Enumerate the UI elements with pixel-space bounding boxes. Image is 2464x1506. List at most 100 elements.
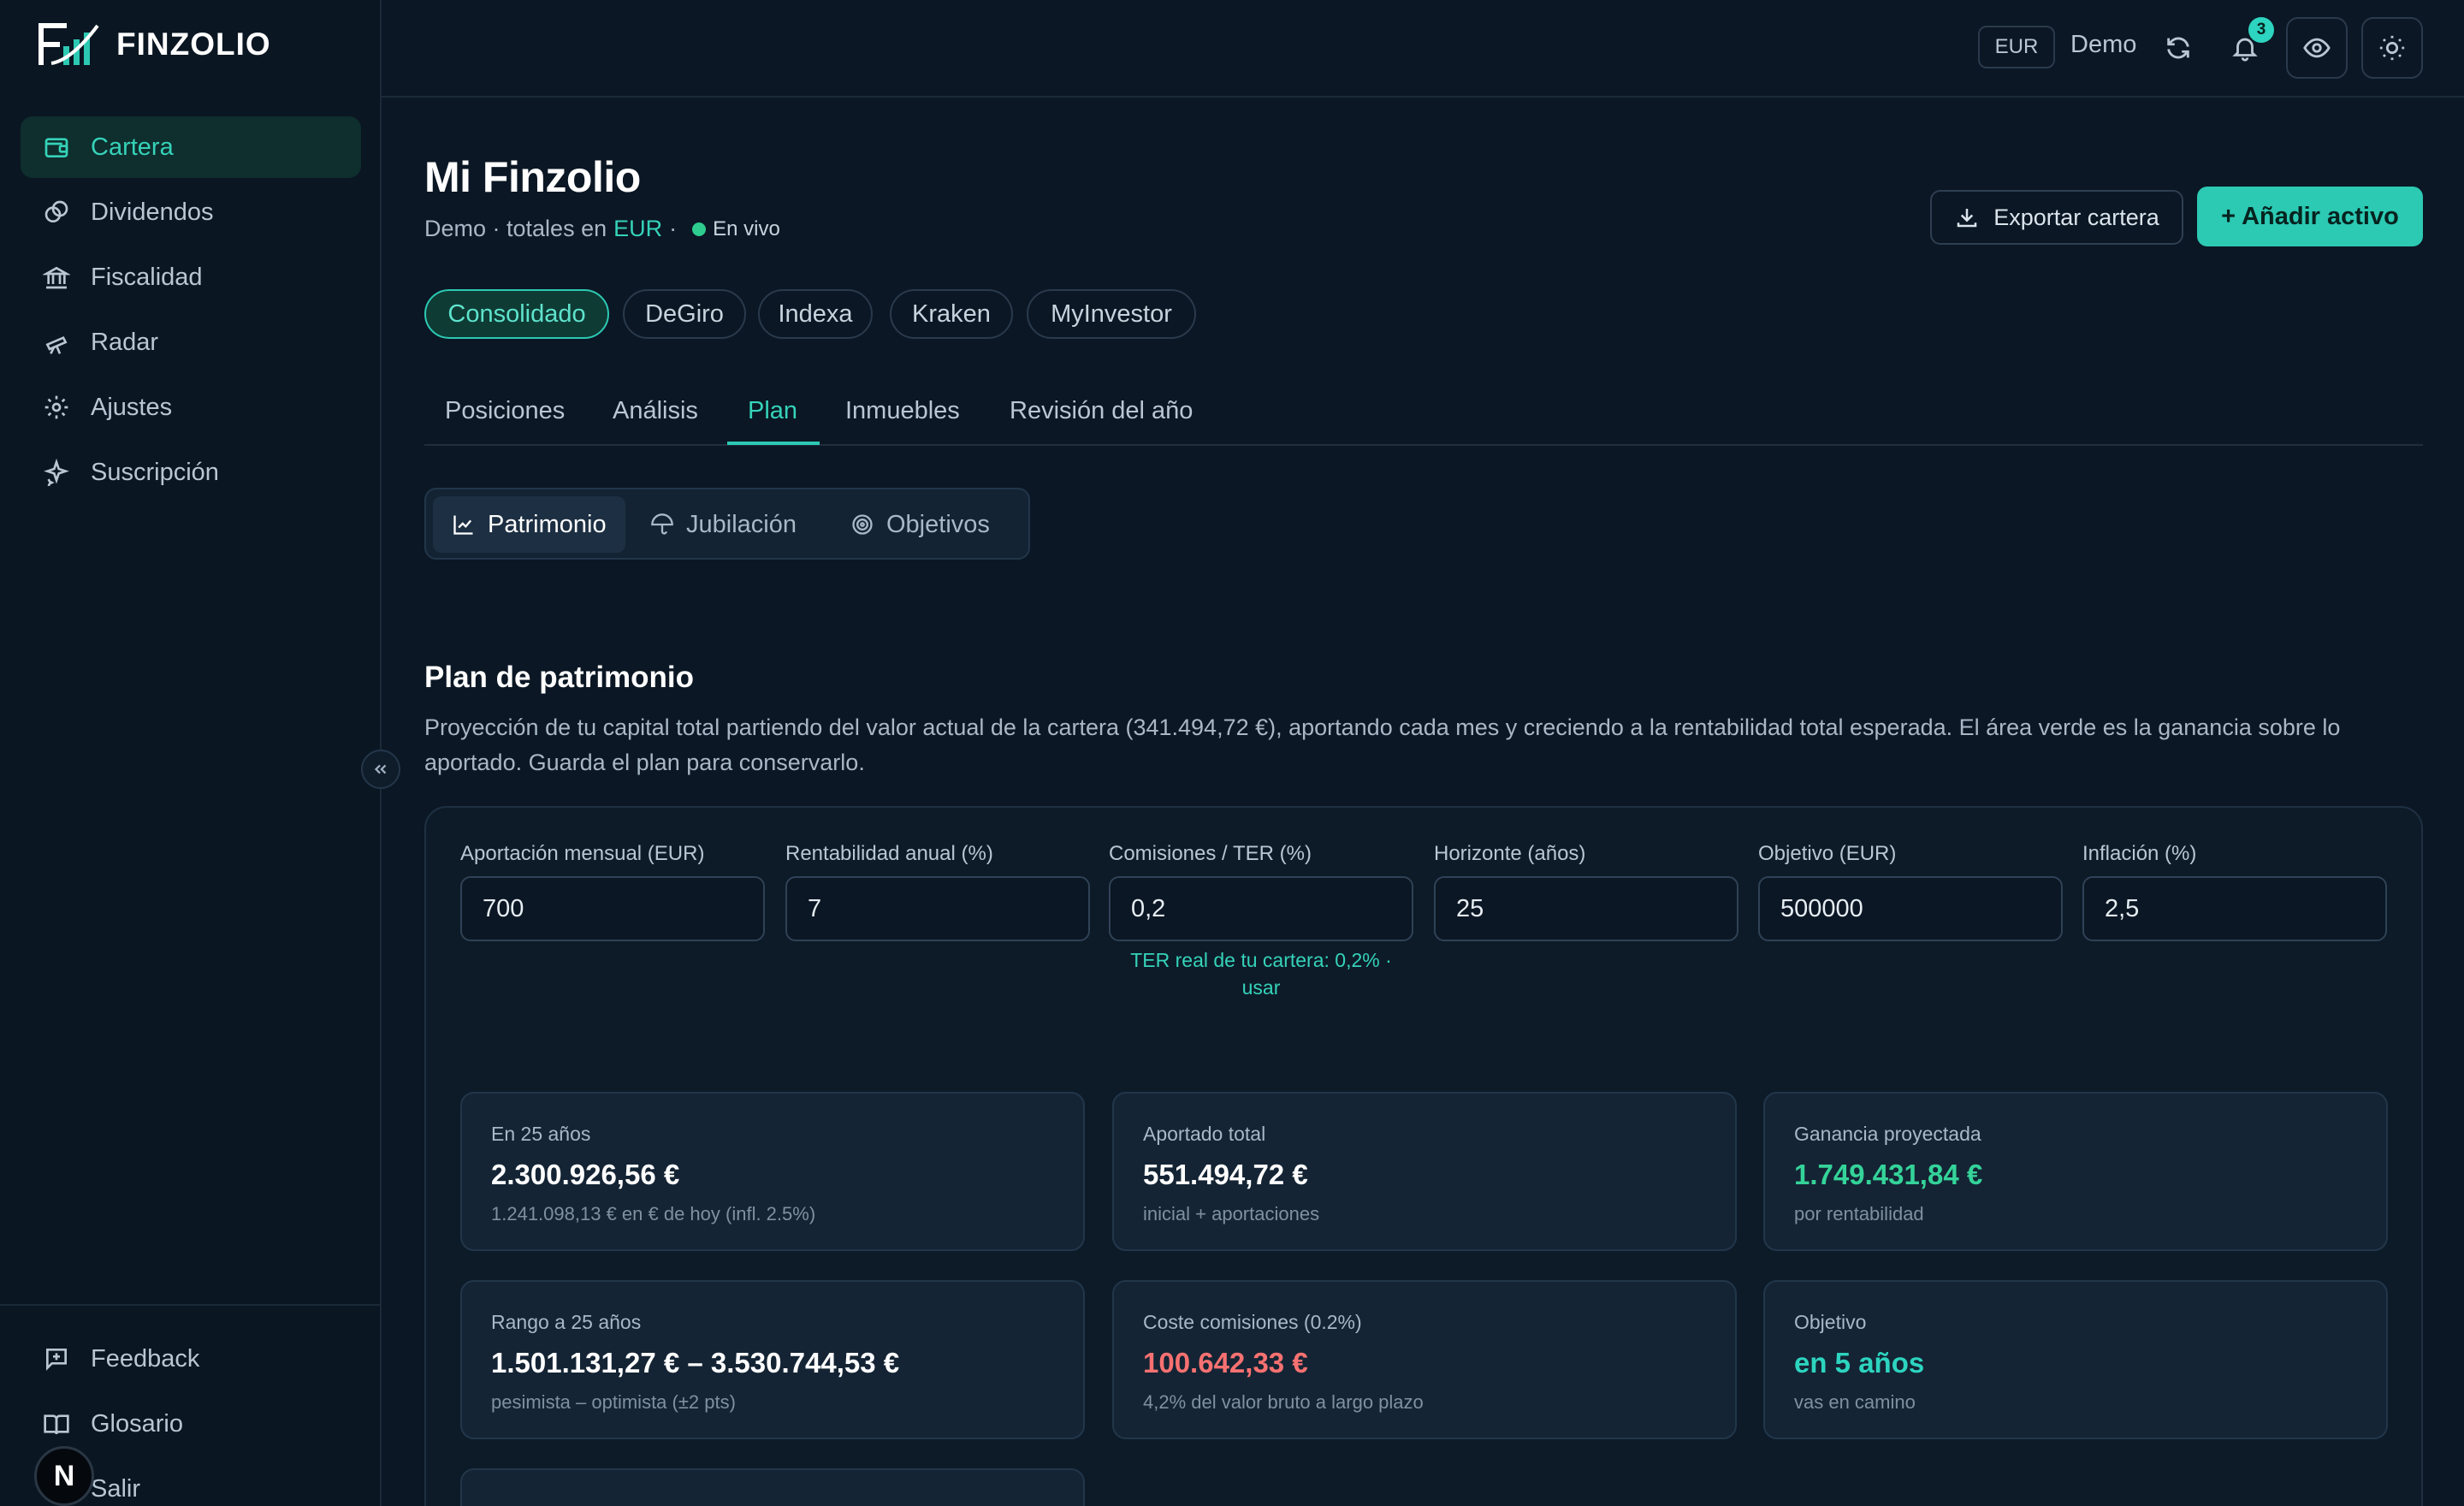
stat-value: 100.642,33 € (1143, 1347, 1308, 1379)
stat-label: En 25 años (491, 1123, 591, 1145)
stat-value: 551.494,72 € (1143, 1159, 1308, 1190)
download-icon (1954, 205, 1980, 230)
top-bar (382, 0, 2464, 98)
stat-label: Rango a 25 años (491, 1311, 642, 1333)
gear-icon (41, 392, 72, 423)
tab-revision-del-ano[interactable]: Revisión del año (1010, 397, 1193, 425)
plan-segmented-control: Patrimonio Jubilación Objetivos (424, 488, 1030, 560)
sidebar-item-label: Ajustes (91, 393, 173, 421)
theme-toggle-button[interactable] (2361, 17, 2423, 79)
account-mode-label: Demo (2070, 31, 2137, 58)
sidebar-item-feedback[interactable]: Feedback (21, 1328, 361, 1390)
sidebar-item-cartera[interactable]: Cartera (21, 116, 361, 178)
tabs-divider (424, 444, 2423, 446)
horizon-years-label: Horizonte (años) (1434, 842, 1586, 865)
sidebar-item-label: Dividendos (91, 198, 214, 226)
page-subtitle: Demo · totales en EUR · En vivo (424, 216, 780, 242)
sun-icon (2378, 33, 2407, 62)
segment-patrimonio[interactable]: Patrimonio (433, 496, 625, 553)
stat-label: Coste comisiones (0.2%) (1143, 1311, 1362, 1333)
broker-pill-kraken[interactable]: Kraken (890, 289, 1013, 339)
stat-card-projected-gain: Ganancia proyectada 1.749.431,84 € por r… (1763, 1092, 2388, 1251)
add-asset-button[interactable]: + Añadir activo (2197, 187, 2423, 246)
sidebar-item-label: Fiscalidad (91, 263, 203, 291)
export-portfolio-button[interactable]: Exportar cartera (1930, 190, 2183, 245)
target-eur-input[interactable]: 500000 (1758, 876, 2063, 941)
monthly-contribution-input[interactable]: 700 (460, 876, 765, 941)
active-tab-indicator (727, 442, 820, 445)
sparkles-icon (41, 457, 72, 488)
stat-value: en 5 años (1794, 1347, 1925, 1379)
monthly-contribution-label: Aportación mensual (EUR) (460, 842, 705, 865)
sidebar-item-glosario[interactable]: Glosario (21, 1393, 361, 1455)
subtitle-currency: EUR (613, 216, 663, 241)
stat-value: 2.300.926,56 € (491, 1159, 680, 1190)
coins-icon (41, 197, 72, 228)
annual-return-label: Rentabilidad anual (%) (785, 842, 993, 865)
inflation-label: Inflación (%) (2082, 842, 2197, 865)
stat-card-final-value: En 25 años 2.300.926,56 € 1.241.098,13 €… (460, 1092, 1085, 1251)
broker-pill-myinvestor[interactable]: MyInvestor (1027, 289, 1196, 339)
stat-subtext: 4,2% del valor bruto a largo plazo (1143, 1391, 1424, 1413)
segment-objetivos[interactable]: Objetivos (832, 496, 1009, 553)
sidebar-item-label: Radar (91, 328, 158, 356)
subtitle-prefix: Demo · totales en (424, 216, 607, 241)
stat-card-target: Objetivo en 5 años vas en camino (1763, 1280, 2388, 1439)
segment-label: Patrimonio (488, 510, 607, 538)
sidebar-item-radar[interactable]: Radar (21, 311, 361, 373)
refresh-button[interactable] (2161, 31, 2195, 65)
sidebar-item-label: Feedback (91, 1344, 200, 1373)
segment-label: Jubilación (686, 510, 797, 538)
live-status-label: En vivo (713, 216, 780, 240)
collapse-sidebar-button[interactable] (361, 750, 400, 789)
brand-logo[interactable]: FINZOLIO (38, 21, 271, 68)
sidebar-item-label: Salir (91, 1474, 141, 1503)
sidebar-item-suscripcion[interactable]: Suscripción (21, 442, 361, 503)
plan-title: Plan de patrimonio (424, 661, 695, 694)
fees-ter-input[interactable]: 0,2 (1109, 876, 1413, 941)
stat-card-fees-cost: Coste comisiones (0.2%) 100.642,33 € 4,2… (1112, 1280, 1737, 1439)
inflation-input[interactable]: 2,5 (2082, 876, 2387, 941)
message-plus-icon (41, 1343, 72, 1374)
tab-inmuebles[interactable]: Inmuebles (845, 397, 960, 425)
sidebar-item-label: Suscripción (91, 458, 219, 486)
sidebar-item-fiscalidad[interactable]: Fiscalidad (21, 246, 361, 308)
target-eur-label: Objetivo (EUR) (1758, 842, 1897, 865)
tab-plan[interactable]: Plan (748, 397, 797, 425)
ter-hint-link[interactable]: TER real de tu cartera: 0,2% · usar (1109, 946, 1413, 1001)
chevrons-left-icon (371, 760, 390, 779)
live-status-dot (692, 222, 707, 236)
stat-subtext: pesimista – optimista (±2 pts) (491, 1391, 736, 1413)
notifications-count-badge: 3 (2248, 17, 2274, 43)
broker-pill-degiro[interactable]: DeGiro (623, 289, 746, 339)
stat-label: Aportado total (1143, 1123, 1266, 1145)
broker-pill-indexa[interactable]: Indexa (758, 289, 873, 339)
toggle-visibility-button[interactable] (2286, 17, 2348, 79)
segment-label: Objetivos (886, 510, 990, 538)
fees-ter-label: Comisiones / TER (%) (1109, 842, 1312, 865)
tab-posiciones[interactable]: Posiciones (445, 397, 565, 425)
umbrella-icon (650, 513, 674, 537)
export-portfolio-label: Exportar cartera (1993, 204, 2159, 230)
tab-analisis[interactable]: Análisis (613, 397, 698, 425)
stat-subtext: inicial + aportaciones (1143, 1203, 1320, 1224)
broker-pill-consolidado[interactable]: Consolidado (424, 289, 609, 339)
sidebar-item-dividendos[interactable]: Dividendos (21, 181, 361, 243)
horizon-years-input[interactable]: 25 (1434, 876, 1738, 941)
wallet-icon (41, 132, 72, 163)
chart-line-icon (452, 513, 476, 537)
stat-label: Ganancia proyectada (1794, 1123, 1981, 1145)
stat-value: 1.501.131,27 € – 3.530.744,53 € (491, 1347, 900, 1379)
avatar[interactable]: N (34, 1446, 94, 1506)
finzolio-logo-icon (38, 21, 101, 68)
sidebar-item-ajustes[interactable]: Ajustes (21, 376, 361, 438)
segment-jubilacion[interactable]: Jubilación (631, 496, 815, 553)
book-icon (41, 1408, 72, 1439)
stat-subtext: 1.241.098,13 € en € de hoy (infl. 2.5%) (491, 1203, 816, 1224)
annual-return-input[interactable]: 7 (785, 876, 1090, 941)
refresh-icon (2164, 33, 2193, 62)
currency-selector[interactable]: EUR (1978, 26, 2055, 68)
stat-card-partial (460, 1468, 1085, 1506)
stat-card-total-contributed: Aportado total 551.494,72 € inicial + ap… (1112, 1092, 1737, 1251)
page-title: Mi Finzolio (424, 153, 641, 201)
